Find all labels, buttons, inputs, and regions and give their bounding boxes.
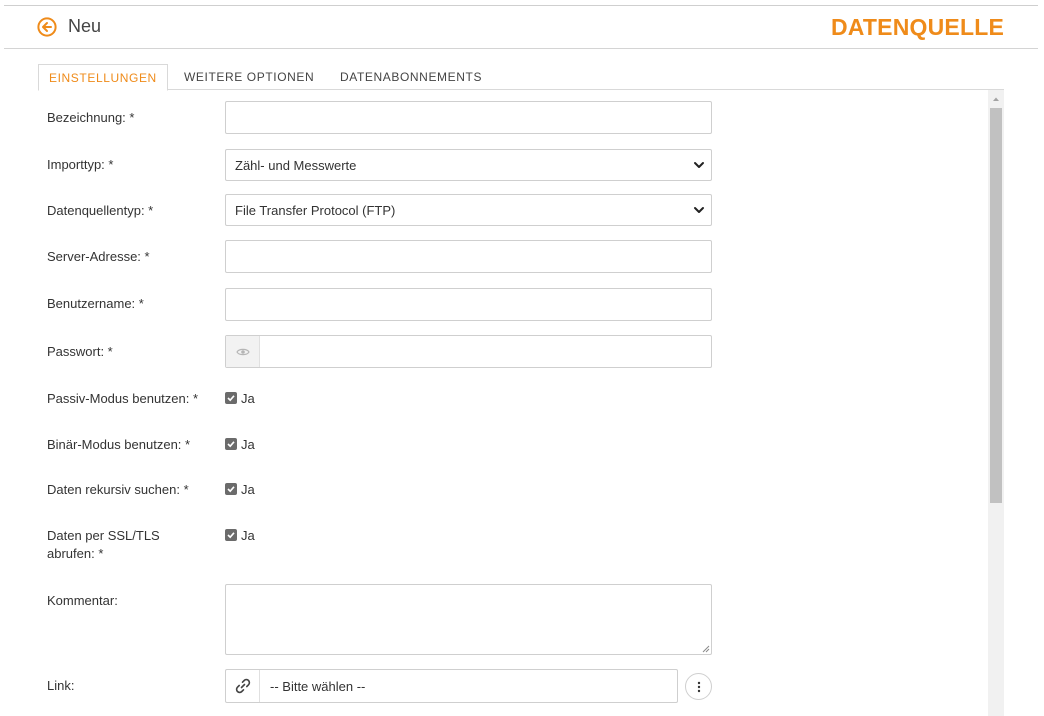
link-label: Link: (47, 678, 75, 693)
passiv-modus-option: Ja (241, 390, 255, 406)
password-toggle-button[interactable] (226, 336, 260, 367)
back-label[interactable]: Neu (68, 16, 101, 37)
back-button[interactable] (37, 17, 57, 37)
importtyp-label: Importtyp: * (47, 157, 114, 172)
importtyp-select[interactable]: Zähl- und Messwerte (225, 149, 712, 181)
benutzername-input[interactable] (225, 288, 712, 321)
tab-bar: EINSTELLUNGEN WEITERE OPTIONEN DATENABON… (38, 64, 1004, 91)
checkmark-icon (227, 441, 235, 448)
rekursiv-field: Ja (225, 480, 255, 498)
ssl-tls-label-line2: abrufen: * (47, 546, 104, 561)
datenquellentyp-value: File Transfer Protocol (FTP) (235, 203, 396, 218)
tab-datenabonnements[interactable]: DATENABONNEMENTS (330, 64, 492, 90)
ssl-tls-option: Ja (241, 527, 255, 543)
form-scrollbar[interactable] (988, 90, 1004, 716)
server-adresse-label: Server-Adresse: * (47, 249, 150, 264)
page-header: Neu DATENQUELLE (4, 6, 1038, 49)
tab-einstellungen[interactable]: EINSTELLUNGEN (38, 64, 168, 91)
rekursiv-option: Ja (241, 481, 255, 497)
bezeichnung-input[interactable] (225, 101, 712, 134)
datenquellentyp-select[interactable]: File Transfer Protocol (FTP) (225, 194, 712, 226)
eye-icon (235, 348, 250, 355)
passiv-modus-label: Passiv-Modus benutzen: * (47, 391, 199, 406)
benutzername-label: Benutzername: * (47, 296, 144, 311)
link-addon[interactable] (226, 670, 260, 702)
importtyp-value: Zähl- und Messwerte (235, 158, 357, 173)
tab-weitere-optionen[interactable]: WEITERE OPTIONEN (174, 64, 324, 90)
checkmark-icon (227, 532, 235, 539)
chevron-down-icon (694, 207, 704, 213)
binaer-modus-checkbox[interactable] (225, 438, 237, 450)
binaer-modus-option: Ja (241, 436, 255, 452)
chevron-down-icon (694, 162, 704, 168)
checkmark-icon (227, 486, 235, 493)
passiv-modus-field: Ja (225, 389, 255, 407)
binaer-modus-label: Binär-Modus benutzen: * (47, 437, 191, 452)
scrollbar-thumb[interactable] (990, 108, 1002, 503)
kommentar-label: Kommentar: (47, 593, 118, 608)
resize-grip-icon[interactable] (701, 644, 710, 653)
vertical-dots-icon (697, 681, 700, 692)
datenquellentyp-label: Datenquellentyp: * (47, 203, 154, 218)
page-title: DATENQUELLE (831, 14, 1004, 40)
passiv-modus-checkbox[interactable] (225, 392, 237, 404)
passwort-input[interactable] (225, 335, 712, 368)
binaer-modus-field: Ja (225, 435, 255, 453)
settings-form: Bezeichnung: * Importtyp: * Zähl- und Me… (38, 90, 988, 716)
link-more-button[interactable] (685, 673, 712, 700)
bezeichnung-label: Bezeichnung: * (47, 110, 135, 125)
passwort-label: Passwort: * (47, 344, 113, 359)
chain-link-icon (235, 678, 250, 694)
kommentar-textarea[interactable] (225, 584, 712, 655)
rekursiv-checkbox[interactable] (225, 483, 237, 495)
link-value: -- Bitte wählen -- (270, 679, 366, 694)
arrow-left-circle-icon (37, 17, 57, 37)
link-select[interactable]: -- Bitte wählen -- (225, 669, 678, 703)
ssl-tls-field: Ja (225, 526, 255, 544)
scroll-up-arrow-icon[interactable] (988, 94, 1004, 104)
ssl-tls-checkbox[interactable] (225, 529, 237, 541)
ssl-tls-label-line1: Daten per SSL/TLS (47, 528, 160, 543)
ssl-tls-label: Daten per SSL/TLS abrufen: * (47, 527, 160, 563)
checkmark-icon (227, 395, 235, 402)
server-adresse-input[interactable] (225, 240, 712, 273)
rekursiv-label: Daten rekursiv suchen: * (47, 482, 189, 497)
